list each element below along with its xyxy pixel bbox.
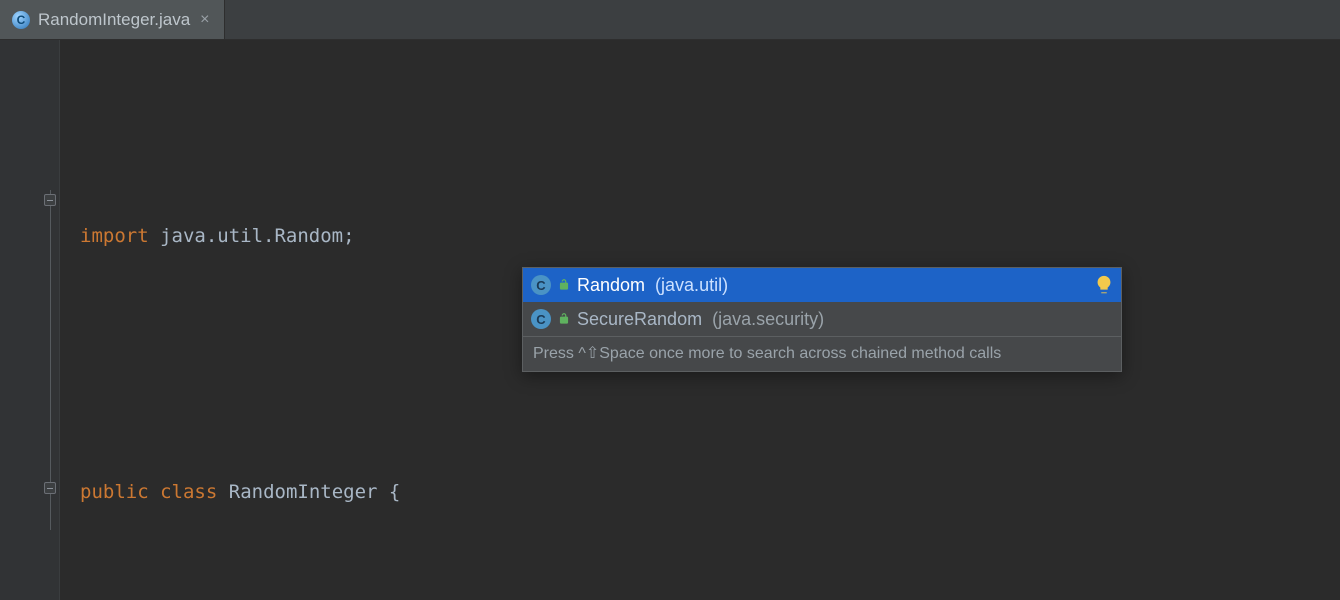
autocomplete-item[interactable]: C SecureRandom (java.security) [523,302,1121,336]
fold-toggle-icon[interactable] [44,194,56,206]
intention-bulb-icon[interactable] [1093,274,1115,296]
close-tab-icon[interactable]: × [198,11,211,29]
editor-tab[interactable]: C RandomInteger.java × [0,0,225,39]
keyword: import [80,225,149,247]
completion-package: (java.security) [712,309,824,330]
tab-bar: C RandomInteger.java × [0,0,1340,40]
keyword: public [80,481,149,503]
tab-filename: RandomInteger.java [38,10,190,30]
completion-name: Random [577,275,645,296]
autocomplete-hint: Press ^⇧Space once more to search across… [523,336,1121,371]
fold-toggle-icon[interactable] [44,482,56,494]
class-file-icon: C [12,11,30,29]
gutter[interactable] [0,40,60,600]
qualified-name: java.util.Random [160,225,343,247]
fold-guide [50,190,51,530]
completion-name: SecureRandom [577,309,702,330]
autocomplete-popup: C Random (java.util) C SecureRandom (java.sec… [522,267,1122,372]
class-icon: C [531,275,551,295]
completion-package: (java.util) [655,275,728,296]
autocomplete-item[interactable]: C Random (java.util) [523,268,1121,302]
class-name: RandomInteger [229,481,378,503]
punctuation: ; [343,225,354,247]
punctuation: { [389,481,400,503]
keyword: class [160,481,217,503]
unlock-icon [557,312,571,326]
class-icon: C [531,309,551,329]
unlock-icon [557,278,571,292]
